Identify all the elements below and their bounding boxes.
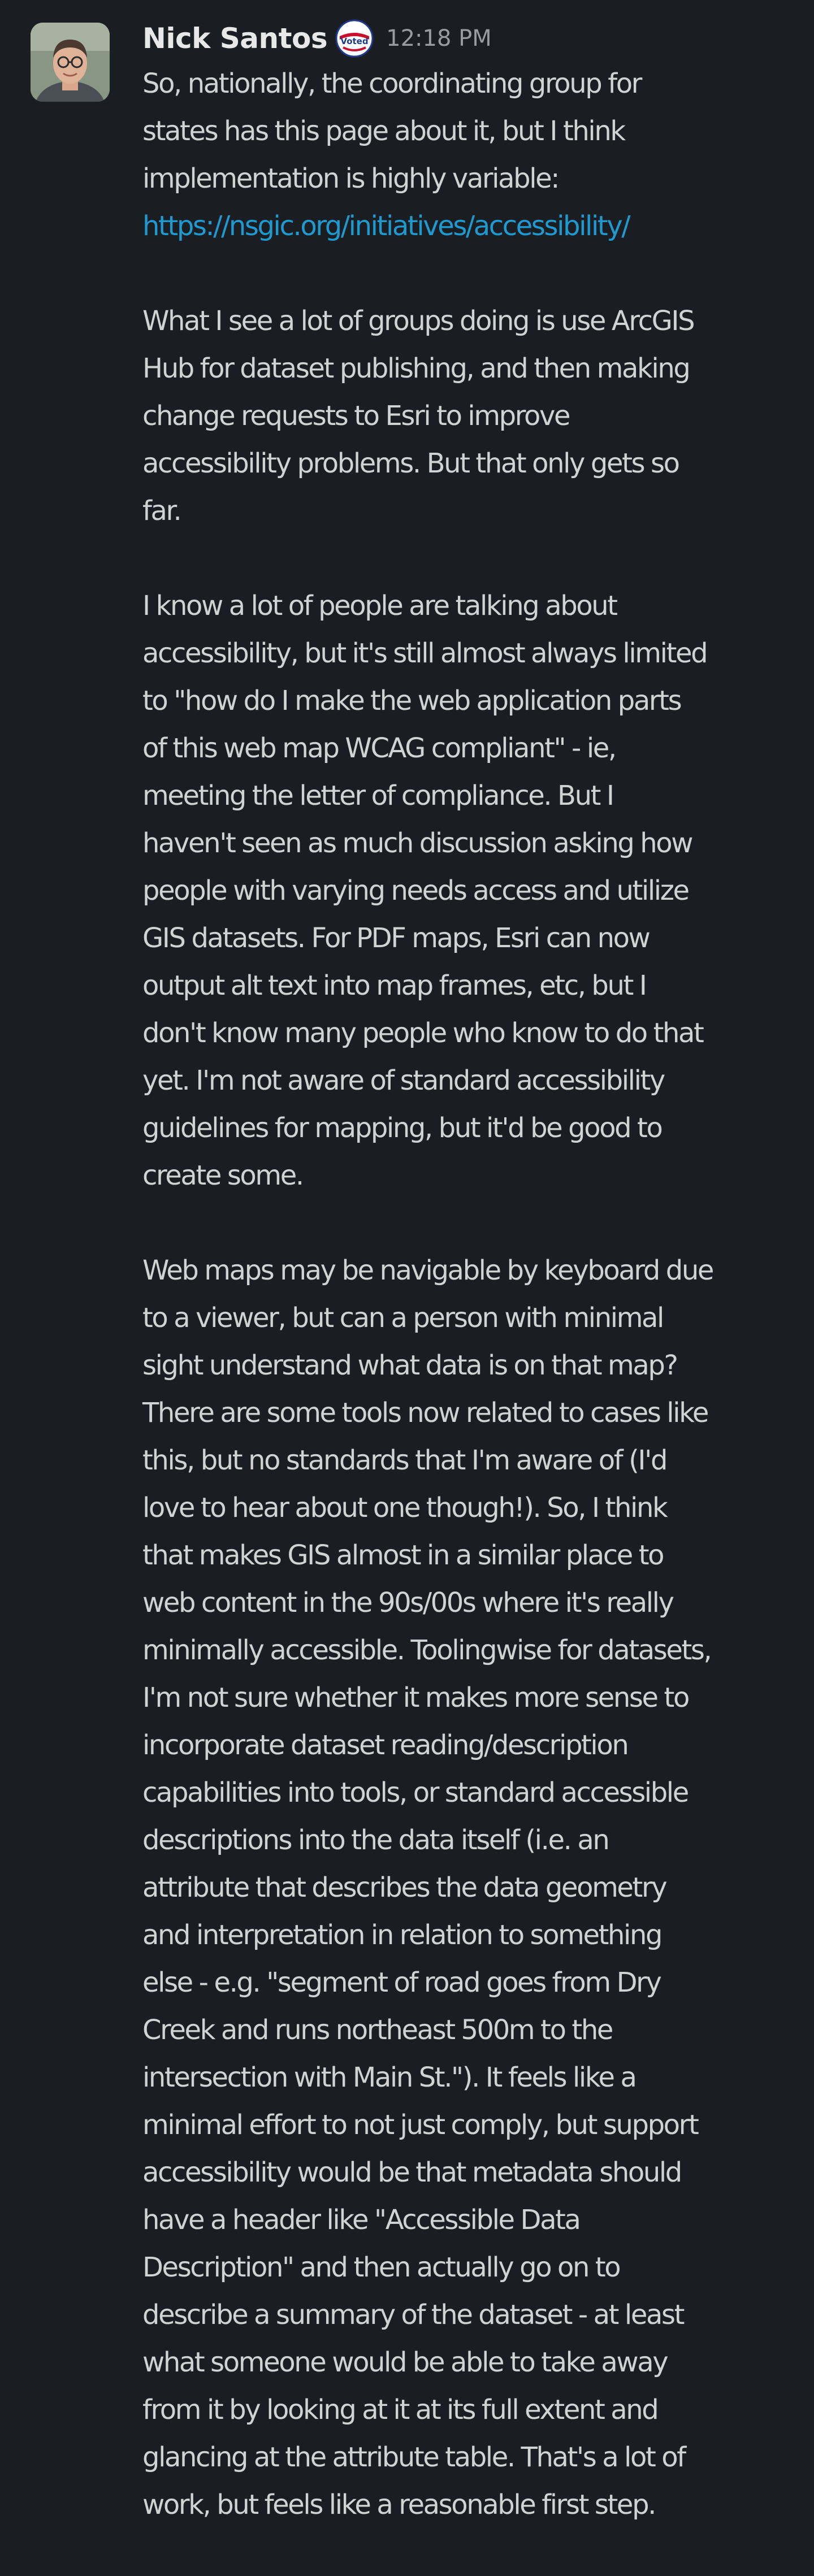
message-paragraph-3: I know a lot of people are talking about… <box>142 590 708 1191</box>
message-body: So, nationally, the coordinating group f… <box>142 60 809 2576</box>
message-paragraph-2: What I see a lot of groups doing is use … <box>142 305 695 527</box>
paragraph-1-text: So, nationally, the coordinating group f… <box>142 68 642 194</box>
message-paragraph-1: So, nationally, the coordinating group f… <box>142 60 809 250</box>
chat-message: Nick Santos Voted 12:18 PM So, nationall… <box>0 0 814 2530</box>
voted-sticker-text: Voted <box>341 36 369 46</box>
sender-name[interactable]: Nick Santos <box>142 22 328 55</box>
message-header: Nick Santos Voted 12:18 PM <box>142 16 492 61</box>
avatar[interactable] <box>31 23 110 102</box>
accessibility-link[interactable]: https://nsgic.org/initiatives/accessibil… <box>142 210 631 242</box>
voted-sticker-icon[interactable]: Voted <box>335 19 374 58</box>
avatar-photo-icon <box>31 23 110 102</box>
message-paragraph-4: Web maps may be navigable by keyboard du… <box>142 1255 714 2521</box>
message-timestamp[interactable]: 12:18 PM <box>386 25 492 51</box>
